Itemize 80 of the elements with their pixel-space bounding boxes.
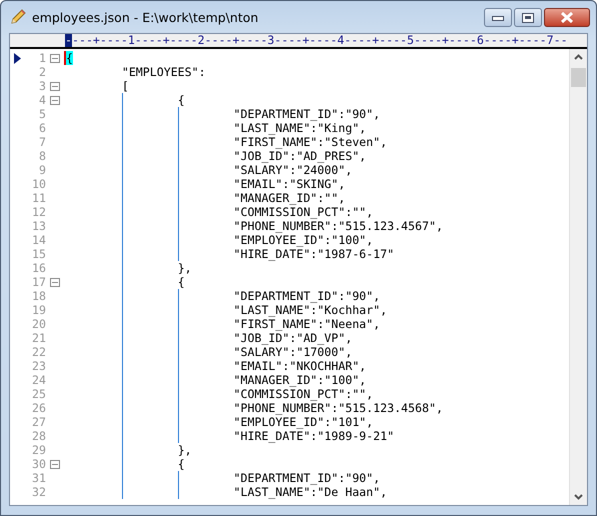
maximize-button[interactable] bbox=[514, 8, 542, 27]
fold-toggle-icon[interactable] bbox=[50, 54, 60, 62]
line-number: 15 bbox=[31, 247, 46, 261]
code-line: [ bbox=[120, 79, 129, 93]
code-line: "EMPLOYEE_ID":"100", bbox=[66, 233, 374, 247]
code-line: "JOB_ID":"AD_PRES", bbox=[66, 149, 366, 163]
line-number: 32 bbox=[31, 485, 46, 499]
line-number: 20 bbox=[31, 317, 46, 331]
line-number: 24 bbox=[31, 373, 46, 387]
code-line: "MANAGER_ID":"100", bbox=[66, 373, 366, 387]
minimize-button[interactable] bbox=[484, 8, 512, 27]
line-number: 5 bbox=[38, 107, 46, 121]
line-number: 23 bbox=[31, 359, 46, 373]
line-number: 16 bbox=[31, 261, 46, 275]
line-number: 29 bbox=[31, 443, 46, 457]
line-number: 28 bbox=[31, 429, 46, 443]
line-number: 31 bbox=[31, 471, 46, 485]
fold-toggle-icon[interactable] bbox=[50, 278, 60, 286]
code-line: "DEPARTMENT_ID":"90", bbox=[66, 289, 380, 303]
code-line: "COMMISSION_PCT":"", bbox=[66, 387, 374, 401]
code-line: "COMMISSION_PCT":"", bbox=[66, 205, 374, 219]
close-button[interactable] bbox=[544, 8, 590, 27]
line-number: 25 bbox=[31, 387, 46, 401]
line-number: 11 bbox=[31, 191, 46, 205]
line-number: 3 bbox=[38, 79, 46, 93]
code-line: "EMAIL":"NKOCHHAR", bbox=[66, 359, 366, 373]
line-number: 17 bbox=[31, 275, 46, 289]
line-number: 10 bbox=[31, 177, 46, 191]
fold-toggle-icon[interactable] bbox=[50, 82, 60, 90]
line-number: 22 bbox=[31, 345, 46, 359]
line-number: 26 bbox=[31, 401, 46, 415]
ruler-cursor-mark: - bbox=[65, 34, 72, 47]
code-line: "FIRST_NAME":"Neena", bbox=[66, 317, 380, 331]
line-number: 27 bbox=[31, 415, 46, 429]
code-line: "MANAGER_ID":"", bbox=[66, 191, 346, 205]
line-number: 21 bbox=[31, 331, 46, 345]
code-line: "FIRST_NAME":"Steven", bbox=[66, 135, 388, 149]
code-line: "EMPLOYEE_ID":"101", bbox=[66, 415, 374, 429]
fold-toggle-icon[interactable] bbox=[50, 96, 60, 104]
code-line: "JOB_ID":"AD_VP", bbox=[66, 331, 352, 345]
code-line: "LAST_NAME":"De Haan", bbox=[66, 485, 388, 499]
scroll-thumb[interactable] bbox=[571, 68, 586, 87]
code-line: { bbox=[66, 93, 185, 107]
line-number: 30 bbox=[31, 457, 46, 471]
code-line: "PHONE_NUMBER":"515.123.4567", bbox=[66, 219, 443, 233]
code-line: "LAST_NAME":"King", bbox=[66, 121, 366, 135]
window-title: employees.json - E:\work\temp\nton bbox=[32, 10, 260, 24]
code-line: "DEPARTMENT_ID":"90", bbox=[66, 107, 380, 121]
line-number: 13 bbox=[31, 219, 46, 233]
code-line: "SALARY":"17000", bbox=[66, 345, 352, 359]
code-line: "DEPARTMENT_ID":"90", bbox=[66, 471, 380, 485]
line-number: 8 bbox=[38, 149, 46, 163]
line-number: 18 bbox=[31, 289, 46, 303]
line-number: 9 bbox=[38, 163, 46, 177]
maximize-icon bbox=[522, 12, 534, 22]
line-number: 2 bbox=[38, 65, 46, 79]
line-number: 14 bbox=[31, 233, 46, 247]
line-number: 7 bbox=[38, 135, 46, 149]
code-line: "EMAIL":"SKING", bbox=[66, 177, 346, 191]
minimize-icon bbox=[492, 14, 504, 20]
line-number: 1 bbox=[38, 51, 46, 65]
line-number: 19 bbox=[31, 303, 46, 317]
code-line: "HIRE_DATE":"1987-6-17" bbox=[66, 247, 394, 261]
line-number: 4 bbox=[38, 93, 46, 107]
pencil-icon bbox=[9, 8, 27, 26]
line-number: 6 bbox=[38, 121, 46, 135]
vertical-scrollbar[interactable] bbox=[569, 49, 587, 505]
close-icon bbox=[560, 12, 574, 23]
code-line: "PHONE_NUMBER":"515.123.4568", bbox=[66, 401, 443, 415]
code-line: { bbox=[66, 275, 185, 289]
fold-toggle-icon[interactable] bbox=[50, 460, 60, 468]
code-line: "HIRE_DATE":"1989-9-21" bbox=[66, 429, 394, 443]
code-line: "EMPLOYEES": bbox=[120, 65, 206, 79]
code-line: }, bbox=[66, 443, 192, 457]
code-line: }, bbox=[66, 261, 192, 275]
column-ruler: ---+----1----+----2----+----3----+----4----+----5----+----6----+----7-- bbox=[72, 34, 568, 47]
code-line: "SALARY":"24000", bbox=[66, 163, 352, 177]
code-line: { bbox=[66, 457, 185, 471]
line-number: 12 bbox=[31, 205, 46, 219]
code-line: "LAST_NAME":"Kochhar", bbox=[66, 303, 388, 317]
